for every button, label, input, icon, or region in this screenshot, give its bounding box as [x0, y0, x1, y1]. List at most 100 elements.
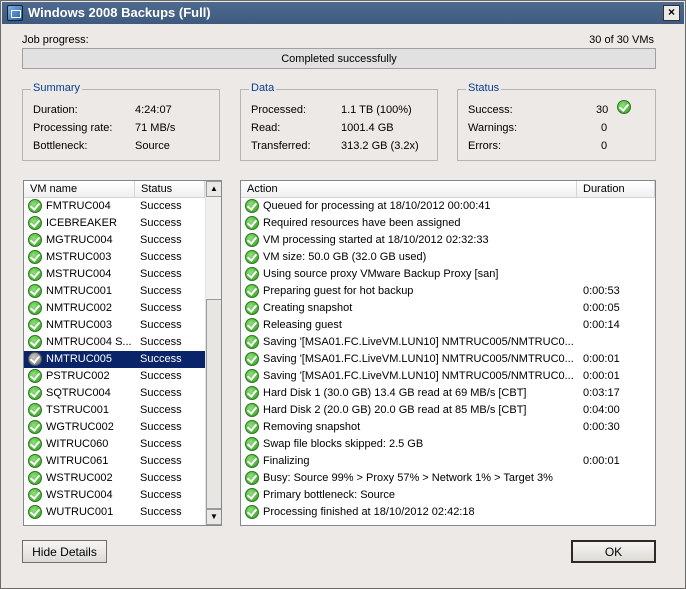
action-list-row[interactable]: Processing finished at 18/10/2012 02:42:…	[241, 504, 655, 521]
vm-name: NMTRUC005	[46, 353, 113, 365]
action-duration: 0:04:00	[583, 404, 620, 416]
vm-list-row[interactable]: FMTRUC004 Success	[24, 198, 205, 215]
vm-name: NMTRUC004 S...	[46, 336, 132, 348]
success-check-icon	[245, 352, 259, 366]
vm-list-row[interactable]: MSTRUC004 Success	[24, 266, 205, 283]
vm-list-row[interactable]: SQTRUC004 Success	[24, 385, 205, 402]
vm-name: NMTRUC002	[46, 302, 113, 314]
column-vm-name[interactable]: VM name	[24, 181, 135, 198]
scroll-up-button[interactable]: ▲	[206, 181, 221, 197]
vm-name: FMTRUC004	[46, 200, 111, 212]
scroll-thumb[interactable]	[206, 299, 221, 509]
vm-list-row[interactable]: ICEBREAKER Success	[24, 215, 205, 232]
action-list-row[interactable]: Removing snapshot 0:00:30	[241, 419, 655, 436]
processed-label: Processed:	[251, 104, 307, 116]
action-text: Releasing guest	[263, 319, 342, 331]
action-text: Removing snapshot	[263, 421, 361, 433]
action-list-row[interactable]: Busy: Source 99% > Proxy 57% > Network 1…	[241, 470, 655, 487]
action-list-row[interactable]: Queued for processing at 18/10/2012 00:0…	[241, 198, 655, 215]
action-text: Swap file blocks skipped: 2.5 GB	[263, 438, 424, 450]
status-group: Status Success: 30 Warnings: 0 Errors: 0	[457, 82, 656, 161]
vm-list-row[interactable]: NMTRUC001 Success	[24, 283, 205, 300]
action-list-row[interactable]: Saving '[MSA01.FC.LiveVM.LUN10] NMTRUC00…	[241, 351, 655, 368]
vm-list-row[interactable]: WITRUC060 Success	[24, 436, 205, 453]
transferred-value: 313.2 GB (3.2x)	[341, 140, 419, 152]
action-list-row[interactable]: Preparing guest for hot backup 0:00:53	[241, 283, 655, 300]
action-list-row[interactable]: Finalizing 0:00:01	[241, 453, 655, 470]
success-check-icon	[245, 471, 259, 485]
vm-list-row[interactable]: NMTRUC003 Success	[24, 317, 205, 334]
action-text: Creating snapshot	[263, 302, 353, 314]
vm-list[interactable]: VM name Status ▲ ▼ FMTRUC004 Success ICEBR…	[23, 180, 222, 526]
success-check-icon	[28, 488, 42, 502]
close-button[interactable]: ×	[663, 5, 680, 21]
vm-list-row[interactable]: MGTRUC004 Success	[24, 232, 205, 249]
success-check-icon	[28, 250, 42, 264]
vm-status: Success	[140, 234, 182, 246]
action-list-row[interactable]: Swap file blocks skipped: 2.5 GB	[241, 436, 655, 453]
ok-button[interactable]: OK	[571, 540, 656, 563]
action-text: Hard Disk 1 (30.0 GB) 13.4 GB read at 69…	[263, 387, 527, 399]
summary-title: Summary	[31, 82, 83, 94]
action-duration: 0:03:17	[583, 387, 620, 399]
vm-name: WSTRUC002	[46, 472, 113, 484]
success-check-icon	[28, 505, 42, 519]
action-list-row[interactable]: Primary bottleneck: Source	[241, 487, 655, 504]
transferred-label: Transferred:	[251, 140, 311, 152]
success-check-icon	[245, 488, 259, 502]
duration-label: Duration:	[33, 104, 78, 116]
action-list-row[interactable]: Required resources have been assigned	[241, 215, 655, 232]
vm-status: Success	[140, 489, 182, 501]
errors-label: Errors:	[468, 140, 501, 152]
vm-list-row[interactable]: NMTRUC005 Success	[24, 351, 205, 368]
success-check-icon	[245, 420, 259, 434]
success-check-icon	[245, 437, 259, 451]
read-value: 1001.4 GB	[341, 122, 394, 134]
success-check-icon	[245, 250, 259, 264]
vm-list-row[interactable]: PSTRUC002 Success	[24, 368, 205, 385]
action-list[interactable]: Action Duration Queued for processing at…	[240, 180, 656, 526]
vm-name: WSTRUC004	[46, 489, 113, 501]
vm-status: Success	[140, 438, 182, 450]
action-list-row[interactable]: VM size: 50.0 GB (32.0 GB used)	[241, 249, 655, 266]
errors-value: 0	[601, 140, 608, 152]
success-check-icon	[245, 301, 259, 315]
action-list-row[interactable]: Using source proxy VMware Backup Proxy […	[241, 266, 655, 283]
action-list-row[interactable]: VM processing started at 18/10/2012 02:3…	[241, 232, 655, 249]
vm-name: MGTRUC004	[46, 234, 113, 246]
action-duration: 0:00:01	[583, 455, 620, 467]
warnings-value: 0	[601, 122, 608, 134]
action-list-row[interactable]: Saving '[MSA01.FC.LiveVM.LUN10] NMTRUC00…	[241, 334, 655, 351]
vm-list-row[interactable]: NMTRUC002 Success	[24, 300, 205, 317]
vm-name: NMTRUC001	[46, 285, 113, 297]
vm-name: WGTRUC002	[46, 421, 114, 433]
window-title: Windows 2008 Backups (Full)	[28, 5, 211, 20]
vm-list-row[interactable]: WUTRUC001 Success	[24, 504, 205, 521]
action-list-row[interactable]: Creating snapshot 0:00:05	[241, 300, 655, 317]
vm-list-row[interactable]: WSTRUC002 Success	[24, 470, 205, 487]
job-progress-bar: Completed successfully	[22, 48, 656, 69]
status-title: Status	[466, 82, 502, 94]
warnings-label: Warnings:	[468, 122, 518, 134]
scroll-down-button[interactable]: ▼	[206, 509, 221, 525]
vm-list-row[interactable]: TSTRUC001 Success	[24, 402, 205, 419]
vm-list-scrollbar[interactable]: ▲ ▼	[205, 181, 221, 525]
action-list-row[interactable]: Hard Disk 1 (30.0 GB) 13.4 GB read at 69…	[241, 385, 655, 402]
vm-status: Success	[140, 319, 182, 331]
vm-list-row[interactable]: NMTRUC004 S... Success	[24, 334, 205, 351]
hide-details-button[interactable]: Hide Details	[22, 540, 107, 563]
action-list-row[interactable]: Hard Disk 2 (20.0 GB) 20.0 GB read at 85…	[241, 402, 655, 419]
vm-list-row[interactable]: WGTRUC002 Success	[24, 419, 205, 436]
vm-list-row[interactable]: WITRUC061 Success	[24, 453, 205, 470]
vm-list-row[interactable]: WSTRUC004 Success	[24, 487, 205, 504]
action-text: Saving '[MSA01.FC.LiveVM.LUN10] NMTRUC00…	[263, 336, 574, 348]
column-duration[interactable]: Duration	[577, 181, 655, 198]
action-text: Using source proxy VMware Backup Proxy […	[263, 268, 499, 280]
action-list-row[interactable]: Saving '[MSA01.FC.LiveVM.LUN10] NMTRUC00…	[241, 368, 655, 385]
vm-name: SQTRUC004	[46, 387, 111, 399]
column-action[interactable]: Action	[241, 181, 577, 198]
vm-list-row[interactable]: MSTRUC003 Success	[24, 249, 205, 266]
action-list-row[interactable]: Releasing guest 0:00:14	[241, 317, 655, 334]
success-check-icon	[28, 318, 42, 332]
column-status[interactable]: Status	[135, 181, 205, 198]
